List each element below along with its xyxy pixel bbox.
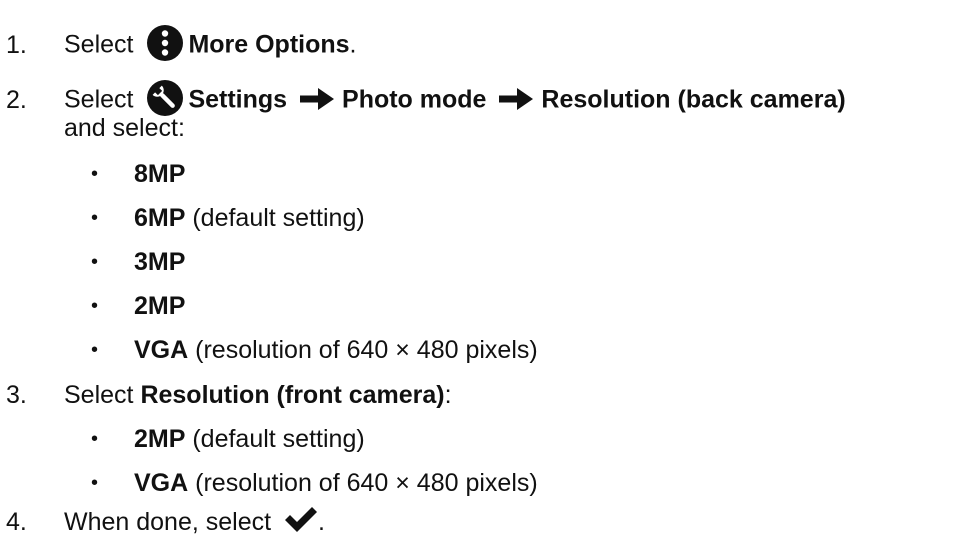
list-item: • 8MP (91, 158, 185, 190)
right-arrow-icon (499, 88, 534, 110)
more-options-label: More Options (188, 30, 350, 59)
path-resolution-back: Resolution (back camera) (541, 85, 846, 114)
path-photo-mode: Photo mode (342, 85, 487, 114)
step-4: 4. When done, select . (6, 506, 325, 538)
option-note: (resolution of 640 × 480 pixels) (188, 336, 538, 364)
option-label: 8MP (134, 160, 186, 188)
option-note: (default setting) (185, 204, 365, 232)
bullet: • (91, 251, 99, 273)
bullet: • (91, 428, 99, 450)
step-number: 4. (6, 508, 27, 536)
list-item: • 3MP (91, 246, 185, 278)
option-label: 3MP (134, 248, 186, 276)
list-item: • 2MP (91, 290, 185, 322)
option-label: VGA (134, 336, 189, 364)
list-item: • 6MP (default setting) (91, 202, 365, 234)
path-settings: Settings (188, 85, 288, 114)
option-label: 2MP (134, 425, 186, 453)
list-item: • VGA (resolution of 640 × 480 pixels) (91, 467, 538, 499)
bullet: • (91, 163, 99, 185)
step-text: Select (64, 30, 134, 59)
step-punct: . (349, 30, 357, 59)
bullet: • (91, 207, 99, 229)
step-punct: . (318, 508, 325, 536)
bullet: • (91, 472, 99, 494)
step-3: 3. Select Resolution (front camera): (6, 379, 452, 411)
resolution-front-label: Resolution (front camera) (140, 381, 445, 409)
step-number: 1. (6, 30, 27, 59)
bullet: • (91, 339, 99, 361)
step-2-continuation: and select: (64, 114, 185, 142)
instruction-list: 1. Select More Options. 2. Select Settings… (0, 0, 970, 538)
step-text: Select (64, 381, 141, 409)
step-punct: : (444, 381, 452, 409)
step-text: When done, select (64, 508, 272, 536)
step-number: 2. (6, 85, 27, 114)
list-item: • VGA (resolution of 640 × 480 pixels) (91, 334, 538, 366)
option-note: (resolution of 640 × 480 pixels) (188, 469, 538, 497)
option-note: (default setting) (185, 425, 365, 453)
step-text: Select (64, 85, 134, 114)
step-number: 3. (6, 381, 27, 409)
step-1: 1. Select More Options. (6, 25, 357, 65)
option-label: 2MP (134, 292, 186, 320)
more-options-icon (147, 25, 184, 61)
option-label: 6MP (134, 204, 186, 232)
bullet: • (91, 295, 99, 317)
checkmark-icon (285, 507, 318, 533)
right-arrow-icon (300, 88, 335, 110)
list-item: • 2MP (default setting) (91, 423, 365, 455)
option-label: VGA (134, 469, 189, 497)
